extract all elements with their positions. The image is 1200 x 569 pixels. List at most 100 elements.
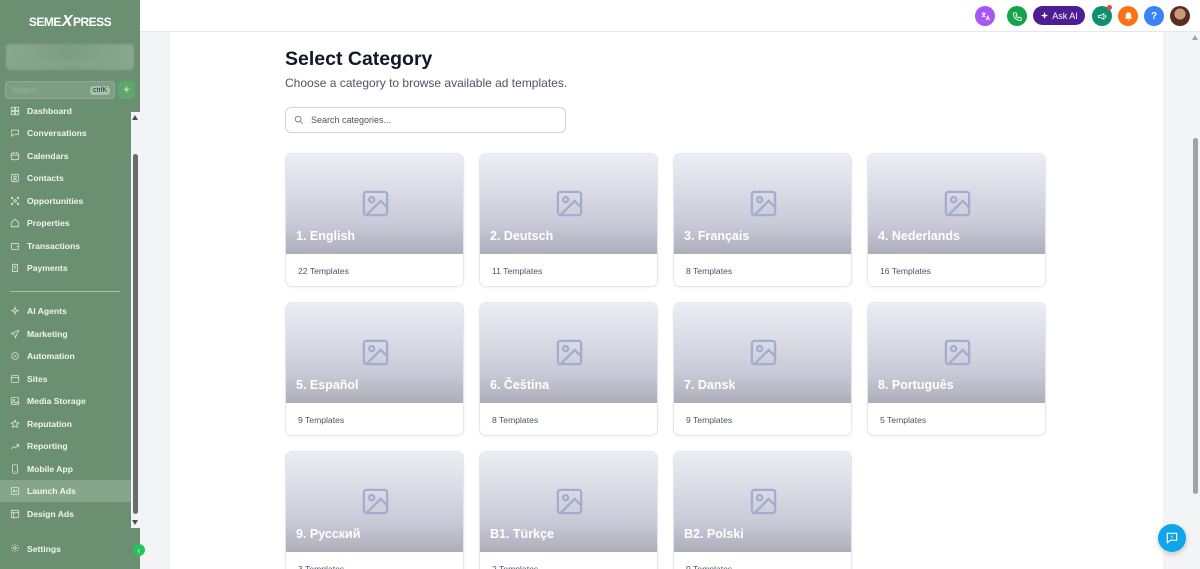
sidebar-item-settings[interactable]: Settings: [0, 538, 140, 560]
category-thumbnail: 3. Français: [674, 154, 851, 254]
sidebar-item-contacts[interactable]: Contacts: [0, 167, 131, 189]
image-placeholder-icon: [748, 188, 779, 219]
category-search-box[interactable]: [285, 107, 566, 133]
sidebar: SEME X PRESS Search ctrlK + Dashboard Con…: [0, 0, 140, 569]
translate-button[interactable]: [975, 6, 995, 26]
scroll-up-arrow[interactable]: [132, 115, 138, 120]
help-button[interactable]: ?: [1144, 6, 1164, 26]
image-placeholder-icon: [748, 486, 779, 517]
category-name: 5. Español: [296, 378, 359, 392]
sidebar-item-reputation[interactable]: Reputation: [0, 413, 131, 435]
sidebar-item-conversations[interactable]: Conversations: [0, 122, 131, 144]
sidebar-item-label: Launch Ads: [27, 486, 76, 496]
category-card[interactable]: 7. Dansk 9 Templates: [673, 302, 852, 436]
image-placeholder-icon: [748, 337, 779, 368]
category-card[interactable]: B2. Polski 9 Templates: [673, 451, 852, 569]
sidebar-item-mobile-app[interactable]: Mobile App: [0, 458, 131, 480]
image-icon: [10, 396, 20, 406]
sidebar-item-properties[interactable]: Properties: [0, 212, 131, 234]
category-name: 9. Русский: [296, 527, 361, 541]
ask-ai-button[interactable]: Ask AI: [1033, 6, 1085, 25]
sidebar-item-label: Settings: [27, 544, 61, 554]
automation-icon: [10, 351, 20, 361]
sidebar-item-label: Transactions: [27, 241, 81, 251]
category-search-input[interactable]: [311, 115, 551, 125]
template-count: 8 Templates: [686, 266, 733, 276]
category-card[interactable]: 9. Русский 3 Templates: [285, 451, 464, 569]
sidebar-search-input[interactable]: Search ctrlK: [5, 81, 115, 99]
phone-button[interactable]: [1007, 6, 1027, 26]
sidebar-item-calendars[interactable]: Calendars: [0, 145, 131, 167]
category-name: 8. Português: [878, 378, 954, 392]
category-name: 6. Čeština: [490, 378, 550, 392]
main-scrollbar[interactable]: [1191, 32, 1200, 569]
image-placeholder-icon: [942, 188, 973, 219]
chart-icon: [10, 441, 20, 451]
page-title: Select Category: [285, 48, 433, 70]
sidebar-item-dashboard[interactable]: Dashboard: [0, 100, 131, 122]
home-icon: [10, 218, 20, 228]
category-card[interactable]: 2. Deutsch 11 Templates: [479, 153, 658, 287]
help-icon: ?: [1150, 10, 1158, 22]
sidebar-item-launch-ads[interactable]: Launch Ads: [0, 480, 131, 502]
category-card[interactable]: 1. English 22 Templates: [285, 153, 464, 287]
search-shortcut-badge: ctrlK: [90, 85, 110, 95]
template-count: 9 Templates: [686, 415, 733, 425]
template-count: 16 Templates: [880, 266, 931, 276]
category-name: B1. Türkçe: [490, 527, 554, 541]
main-content: Select Category Choose a category to bro…: [170, 32, 1163, 569]
sidebar-item-ai-agents[interactable]: AI Agents: [0, 300, 131, 322]
account-switcher-subtext: [10, 60, 120, 68]
notifications-button[interactable]: [1118, 6, 1138, 26]
category-thumbnail: 7. Dansk: [674, 303, 851, 403]
ask-ai-label: Ask AI: [1052, 10, 1078, 21]
category-card[interactable]: 4. Nederlands 16 Templates: [867, 153, 1046, 287]
calendar-icon: [10, 151, 20, 161]
scroll-down-arrow[interactable]: [132, 520, 138, 525]
avatar[interactable]: [1170, 6, 1190, 26]
page-subtitle: Choose a category to browse available ad…: [285, 76, 568, 90]
sidebar-item-payments[interactable]: Payments: [0, 257, 131, 279]
sidebar-item-label: Contacts: [27, 173, 64, 183]
chat-widget-button[interactable]: [1158, 524, 1186, 552]
sidebar-item-marketing[interactable]: Marketing: [0, 323, 131, 345]
category-card[interactable]: 6. Čeština 8 Templates: [479, 302, 658, 436]
phone-icon: [1012, 11, 1022, 21]
receipt-icon: [10, 263, 20, 273]
sidebar-item-sites[interactable]: Sites: [0, 368, 131, 390]
sidebar-item-reporting[interactable]: Reporting: [0, 435, 131, 457]
sidebar-item-media-storage[interactable]: Media Storage: [0, 390, 131, 412]
sidebar-item-transactions[interactable]: Transactions: [0, 235, 131, 257]
image-placeholder-icon: [942, 337, 973, 368]
category-card[interactable]: 8. Português 5 Templates: [867, 302, 1046, 436]
sidebar-item-label: Payments: [27, 263, 68, 273]
template-count: 8 Templates: [492, 415, 539, 425]
collapse-sidebar-button[interactable]: ‹: [133, 544, 145, 556]
sidebar-scrollbar[interactable]: [131, 112, 140, 528]
scroll-thumb[interactable]: [1193, 138, 1198, 494]
scroll-up-arrow[interactable]: [1192, 35, 1198, 40]
category-card[interactable]: 3. Français 8 Templates: [673, 153, 852, 287]
category-card[interactable]: B1. Türkçe 2 Templates: [479, 451, 658, 569]
category-thumbnail: 8. Português: [868, 303, 1045, 403]
star-icon: [10, 419, 20, 429]
brand-name-x: X: [61, 13, 73, 30]
sidebar-item-label: Marketing: [27, 329, 68, 339]
sidebar-item-opportunities[interactable]: Opportunities: [0, 190, 131, 212]
image-placeholder-icon: [554, 486, 585, 517]
sidebar-item-label: Calendars: [27, 151, 69, 161]
scroll-thumb[interactable]: [133, 154, 138, 514]
translate-icon: [981, 11, 990, 20]
sidebar-item-design-ads[interactable]: Design Ads: [0, 503, 131, 525]
template-count: 3 Templates: [298, 564, 345, 569]
category-thumbnail: 6. Čeština: [480, 303, 657, 403]
notification-dot: [1107, 5, 1112, 10]
quick-add-button[interactable]: +: [118, 81, 135, 99]
sidebar-item-label: Mobile App: [27, 464, 73, 474]
sparkle-icon: [10, 306, 20, 316]
ads-icon: [10, 486, 20, 496]
brand-logo[interactable]: SEME X PRESS: [0, 0, 140, 44]
category-card[interactable]: 5. Español 9 Templates: [285, 302, 464, 436]
template-count: 5 Templates: [880, 415, 927, 425]
sidebar-item-automation[interactable]: Automation: [0, 345, 131, 367]
